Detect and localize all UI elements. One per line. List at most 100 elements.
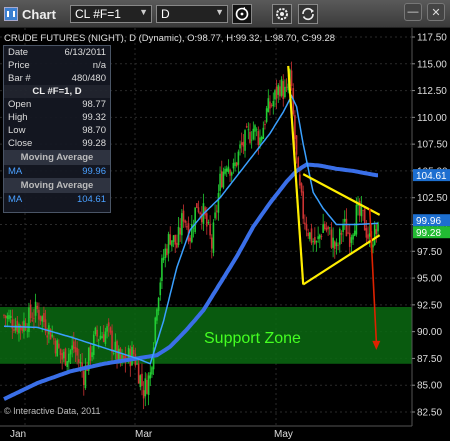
data-value: 99.32 <box>82 112 106 123</box>
chart-header: CRUDE FUTURES (NIGHT), D (Dynamic), O:98… <box>4 33 336 44</box>
data-label: High <box>8 112 28 123</box>
data-label: MA <box>8 166 23 177</box>
candle-body <box>56 340 58 357</box>
candle-body <box>237 151 240 165</box>
candle-body <box>142 390 145 399</box>
candle-body <box>309 232 311 240</box>
data-row-high: High 99.32 <box>4 111 110 124</box>
candle-body <box>250 139 253 141</box>
candle-body <box>222 171 225 188</box>
candle-body <box>264 123 266 126</box>
symbol-value: CL #F=1 <box>75 7 121 21</box>
candle-body <box>343 218 346 222</box>
candle-body <box>312 241 314 242</box>
data-label: Bar # <box>8 73 31 84</box>
candle-body <box>232 162 235 169</box>
candle-body <box>91 352 93 358</box>
y-tick-label: 92.50 <box>417 300 442 311</box>
data-row-close: Close 99.28 <box>4 137 110 150</box>
candle-body <box>239 144 241 149</box>
candle-body <box>36 305 39 309</box>
candle-body <box>235 162 238 167</box>
candle-body <box>106 326 108 332</box>
candle-body <box>102 334 105 342</box>
candle-body <box>337 244 339 246</box>
candle-body <box>14 324 17 331</box>
chevron-down-icon[interactable]: ▼ <box>139 7 148 17</box>
candle-body <box>284 86 286 98</box>
price-tag-label: 99.28 <box>416 228 441 239</box>
candle-body <box>219 173 221 191</box>
x-tick-label: Jan <box>10 429 26 440</box>
y-tick-label: 115.00 <box>417 59 447 70</box>
candle-body <box>259 137 261 145</box>
candle-body <box>373 224 376 245</box>
candle-body <box>327 226 329 230</box>
candle-body <box>76 348 78 356</box>
candle-body <box>272 101 275 107</box>
settings-button[interactable] <box>272 4 292 24</box>
data-label: Low <box>8 125 26 136</box>
candle-body <box>117 348 120 361</box>
candle-body <box>314 237 316 244</box>
candle-body <box>79 361 82 364</box>
candle-body <box>255 129 258 131</box>
support-zone-label: Support Zone <box>204 330 301 347</box>
ma2-section: Moving Average <box>4 178 110 193</box>
y-tick-label: 97.50 <box>417 247 442 258</box>
candle-body <box>275 86 278 99</box>
candle-body <box>348 232 351 247</box>
period-select[interactable]: D ▼ <box>156 5 228 23</box>
candle-body <box>302 191 304 219</box>
data-label: MA <box>8 194 23 205</box>
close-button[interactable]: ✕ <box>427 3 445 21</box>
x-tick-label: Mar <box>135 429 153 440</box>
candle-body <box>294 115 296 140</box>
candle-body <box>137 363 140 384</box>
candle-body <box>61 353 63 360</box>
y-tick-label: 107.50 <box>417 140 448 151</box>
y-tick-label: 112.50 <box>417 86 447 97</box>
candle-body <box>141 373 143 386</box>
candle-body <box>304 222 306 225</box>
symbol-input[interactable]: CL #F=1 ▼ <box>70 5 152 23</box>
candle-body <box>363 208 366 231</box>
candle-body <box>19 325 22 330</box>
data-value: 99.28 <box>82 138 106 149</box>
sync-button[interactable] <box>298 4 318 24</box>
data-row-bar: Bar # 480/480 <box>4 72 110 85</box>
candle-body <box>161 258 163 282</box>
candle-body <box>181 213 183 236</box>
chevron-down-icon[interactable]: ▼ <box>215 7 224 17</box>
candle-body <box>31 320 34 322</box>
candle-body <box>144 378 147 397</box>
candle-body <box>13 329 15 331</box>
refresh-button[interactable] <box>232 4 252 24</box>
candle-body <box>184 220 186 223</box>
candle-body <box>310 228 313 244</box>
candle-body <box>328 227 331 229</box>
candle-body <box>320 235 323 237</box>
candle-body <box>290 70 293 86</box>
candle-body <box>136 363 138 365</box>
candle-body <box>325 227 328 231</box>
y-tick-label: 102.50 <box>417 193 448 204</box>
candle-body <box>101 336 103 339</box>
candle-body <box>342 225 344 233</box>
candle-body <box>277 85 280 95</box>
candle-body <box>194 207 196 232</box>
candle-body <box>41 316 44 322</box>
minimize-button[interactable]: — <box>404 3 422 21</box>
data-row-open: Open 98.77 <box>4 98 110 111</box>
candle-body <box>186 226 188 228</box>
candle-body <box>352 234 354 240</box>
data-label: Close <box>8 138 33 149</box>
candle-body <box>111 330 113 353</box>
candle-body <box>107 322 110 327</box>
candle-body <box>169 234 172 245</box>
candle-body <box>205 213 208 227</box>
data-row-price: Price n/a <box>4 59 110 72</box>
close-icon: ✕ <box>431 6 441 19</box>
candle-body <box>166 248 168 256</box>
data-value: 104.61 <box>76 194 106 205</box>
